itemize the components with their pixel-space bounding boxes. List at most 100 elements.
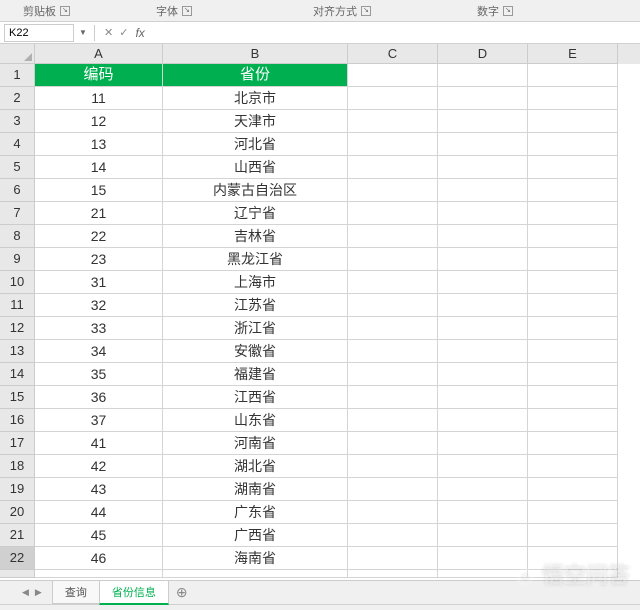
cell-province[interactable]: 山东省 (163, 409, 348, 432)
cell[interactable] (35, 570, 163, 578)
cell-province[interactable]: 福建省 (163, 363, 348, 386)
cell-province[interactable]: 湖南省 (163, 478, 348, 501)
formula-bar[interactable] (149, 24, 640, 42)
number-launcher-icon[interactable] (503, 6, 513, 16)
cell-province[interactable]: 湖北省 (163, 455, 348, 478)
cell[interactable] (348, 547, 438, 570)
cell[interactable] (528, 340, 618, 363)
cell[interactable] (528, 110, 618, 133)
cell-province[interactable]: 天津市 (163, 110, 348, 133)
cell-province[interactable]: 内蒙古自治区 (163, 179, 348, 202)
cell[interactable] (528, 570, 618, 578)
cell-code[interactable]: 21 (35, 202, 163, 225)
cell-code[interactable]: 11 (35, 87, 163, 110)
cell[interactable] (348, 110, 438, 133)
column-header-b[interactable]: B (163, 44, 348, 64)
cell[interactable] (348, 87, 438, 110)
row-header[interactable]: 14 (0, 363, 35, 386)
cell[interactable] (348, 409, 438, 432)
cell[interactable] (438, 133, 528, 156)
cell[interactable] (528, 87, 618, 110)
cell-code[interactable]: 34 (35, 340, 163, 363)
cell[interactable] (528, 179, 618, 202)
cell[interactable] (438, 478, 528, 501)
cell[interactable] (528, 202, 618, 225)
row-header[interactable]: 20 (0, 501, 35, 524)
column-header-a[interactable]: A (35, 44, 163, 64)
cell[interactable] (438, 225, 528, 248)
row-header[interactable]: 11 (0, 294, 35, 317)
enter-formula-icon[interactable]: ✓ (116, 26, 131, 39)
cell[interactable] (348, 524, 438, 547)
cell[interactable] (528, 248, 618, 271)
cell-code[interactable]: 13 (35, 133, 163, 156)
cell[interactable] (348, 156, 438, 179)
cell[interactable] (528, 501, 618, 524)
row-header[interactable]: 7 (0, 202, 35, 225)
cell-code[interactable]: 31 (35, 271, 163, 294)
cell[interactable] (438, 271, 528, 294)
cell[interactable] (348, 294, 438, 317)
cell[interactable] (348, 501, 438, 524)
cell[interactable] (528, 386, 618, 409)
row-header[interactable]: 10 (0, 271, 35, 294)
cell-province[interactable]: 北京市 (163, 87, 348, 110)
cell[interactable] (528, 547, 618, 570)
cell-province[interactable]: 山西省 (163, 156, 348, 179)
cell-code[interactable]: 35 (35, 363, 163, 386)
cell[interactable] (348, 478, 438, 501)
cell-code[interactable]: 44 (35, 501, 163, 524)
fx-icon[interactable]: fx (131, 26, 148, 40)
cell-province[interactable]: 辽宁省 (163, 202, 348, 225)
row-header[interactable]: 6 (0, 179, 35, 202)
cell[interactable] (528, 64, 618, 87)
cell[interactable] (348, 570, 438, 578)
row-header[interactable]: 16 (0, 409, 35, 432)
name-box-dropdown-icon[interactable]: ▼ (78, 24, 88, 42)
cell[interactable] (348, 202, 438, 225)
cell-code[interactable]: 46 (35, 547, 163, 570)
cell-code[interactable]: 43 (35, 478, 163, 501)
cell-province[interactable]: 黑龙江省 (163, 248, 348, 271)
cell-code[interactable]: 23 (35, 248, 163, 271)
cell[interactable] (528, 409, 618, 432)
cell[interactable] (348, 179, 438, 202)
cell[interactable] (348, 386, 438, 409)
row-header[interactable]: 22 (0, 547, 35, 570)
row-header[interactable]: 15 (0, 386, 35, 409)
cell[interactable] (528, 156, 618, 179)
cell-code[interactable]: 32 (35, 294, 163, 317)
alignment-launcher-icon[interactable] (361, 6, 371, 16)
column-header-c[interactable]: C (348, 44, 438, 64)
cell-province[interactable]: 河北省 (163, 133, 348, 156)
cell[interactable] (438, 202, 528, 225)
row-header[interactable]: 9 (0, 248, 35, 271)
cell-code[interactable]: 45 (35, 524, 163, 547)
cell[interactable] (438, 179, 528, 202)
cell[interactable] (438, 294, 528, 317)
cell-province[interactable]: 河南省 (163, 432, 348, 455)
cell[interactable] (438, 248, 528, 271)
row-header[interactable]: 2 (0, 87, 35, 110)
cell[interactable] (348, 225, 438, 248)
row-header[interactable]: 3 (0, 110, 35, 133)
cell[interactable] (438, 87, 528, 110)
cell-code[interactable]: 22 (35, 225, 163, 248)
sheet-tab-province-info[interactable]: 省份信息 (99, 581, 169, 605)
row-header[interactable]: 12 (0, 317, 35, 340)
cell[interactable] (438, 547, 528, 570)
cell[interactable] (528, 294, 618, 317)
cell[interactable] (348, 455, 438, 478)
cell-code[interactable]: 41 (35, 432, 163, 455)
row-header[interactable] (0, 570, 35, 578)
cell-code[interactable]: 36 (35, 386, 163, 409)
cell[interactable] (438, 501, 528, 524)
grid-body[interactable]: 1编码省份211北京市312天津市413河北省514山西省615内蒙古自治区72… (0, 64, 640, 580)
cell[interactable] (528, 271, 618, 294)
font-launcher-icon[interactable] (182, 6, 192, 16)
cell[interactable] (348, 133, 438, 156)
cell[interactable] (438, 363, 528, 386)
cell[interactable] (528, 133, 618, 156)
cell[interactable] (438, 110, 528, 133)
cell[interactable] (528, 363, 618, 386)
